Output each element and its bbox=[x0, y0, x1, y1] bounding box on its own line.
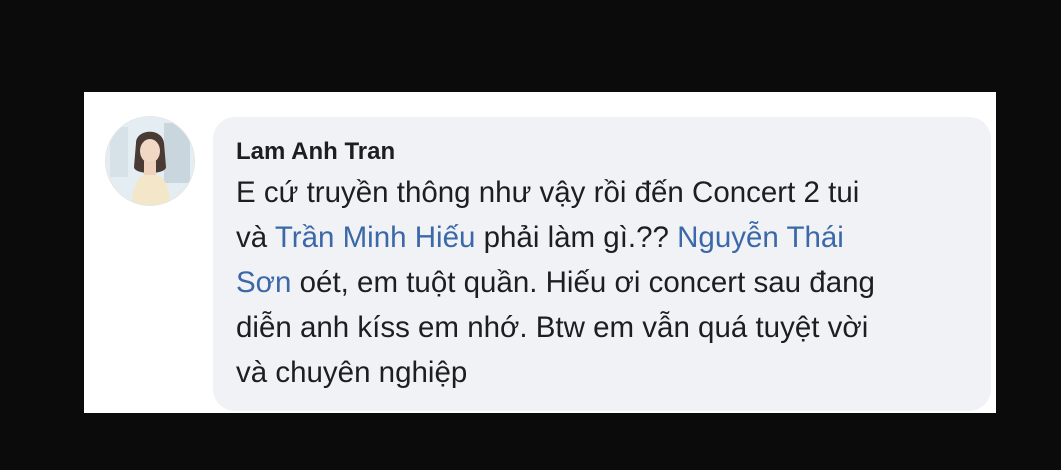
comment-text-segment: E cứ truyền thông như vậy rồi đến Concer… bbox=[236, 176, 860, 209]
comment-line: E cứ truyền thông như vậy rồi đến Concer… bbox=[236, 170, 981, 215]
comment-line: diễn anh kíss em nhớ. Btw em vẫn quá tuy… bbox=[236, 305, 981, 350]
mention-link[interactable]: Trần Minh Hiếu bbox=[275, 221, 476, 254]
comment-line: và Trần Minh Hiếu phải làm gì.?? Nguyễn … bbox=[236, 215, 981, 260]
comment-text-segment: oét, em tuột quần. Hiếu ơi concert sau đ… bbox=[291, 266, 875, 299]
comment-text-segment: và bbox=[236, 221, 275, 254]
comment-line: và chuyên nghiệp bbox=[236, 350, 981, 395]
mention-link[interactable]: Nguyễn Thái bbox=[677, 221, 844, 254]
comment-text-segment: và chuyên nghiệp bbox=[236, 356, 468, 389]
comment-text-segment: phải làm gì.?? bbox=[475, 221, 678, 254]
video-frame: Lam Anh Tran E cứ truyền thông như vậy r… bbox=[0, 0, 1061, 470]
comment-body: E cứ truyền thông như vậy rồi đến Concer… bbox=[236, 170, 981, 395]
profile-avatar[interactable] bbox=[106, 117, 194, 205]
comment-line: Sơn oét, em tuột quần. Hiếu ơi concert s… bbox=[236, 260, 981, 305]
comment-author-name[interactable]: Lam Anh Tran bbox=[236, 134, 395, 170]
comment-text-segment: diễn anh kíss em nhớ. Btw em vẫn quá tuy… bbox=[236, 311, 869, 344]
mention-link[interactable]: Sơn bbox=[236, 266, 291, 299]
avatar-photo-icon bbox=[106, 117, 194, 205]
